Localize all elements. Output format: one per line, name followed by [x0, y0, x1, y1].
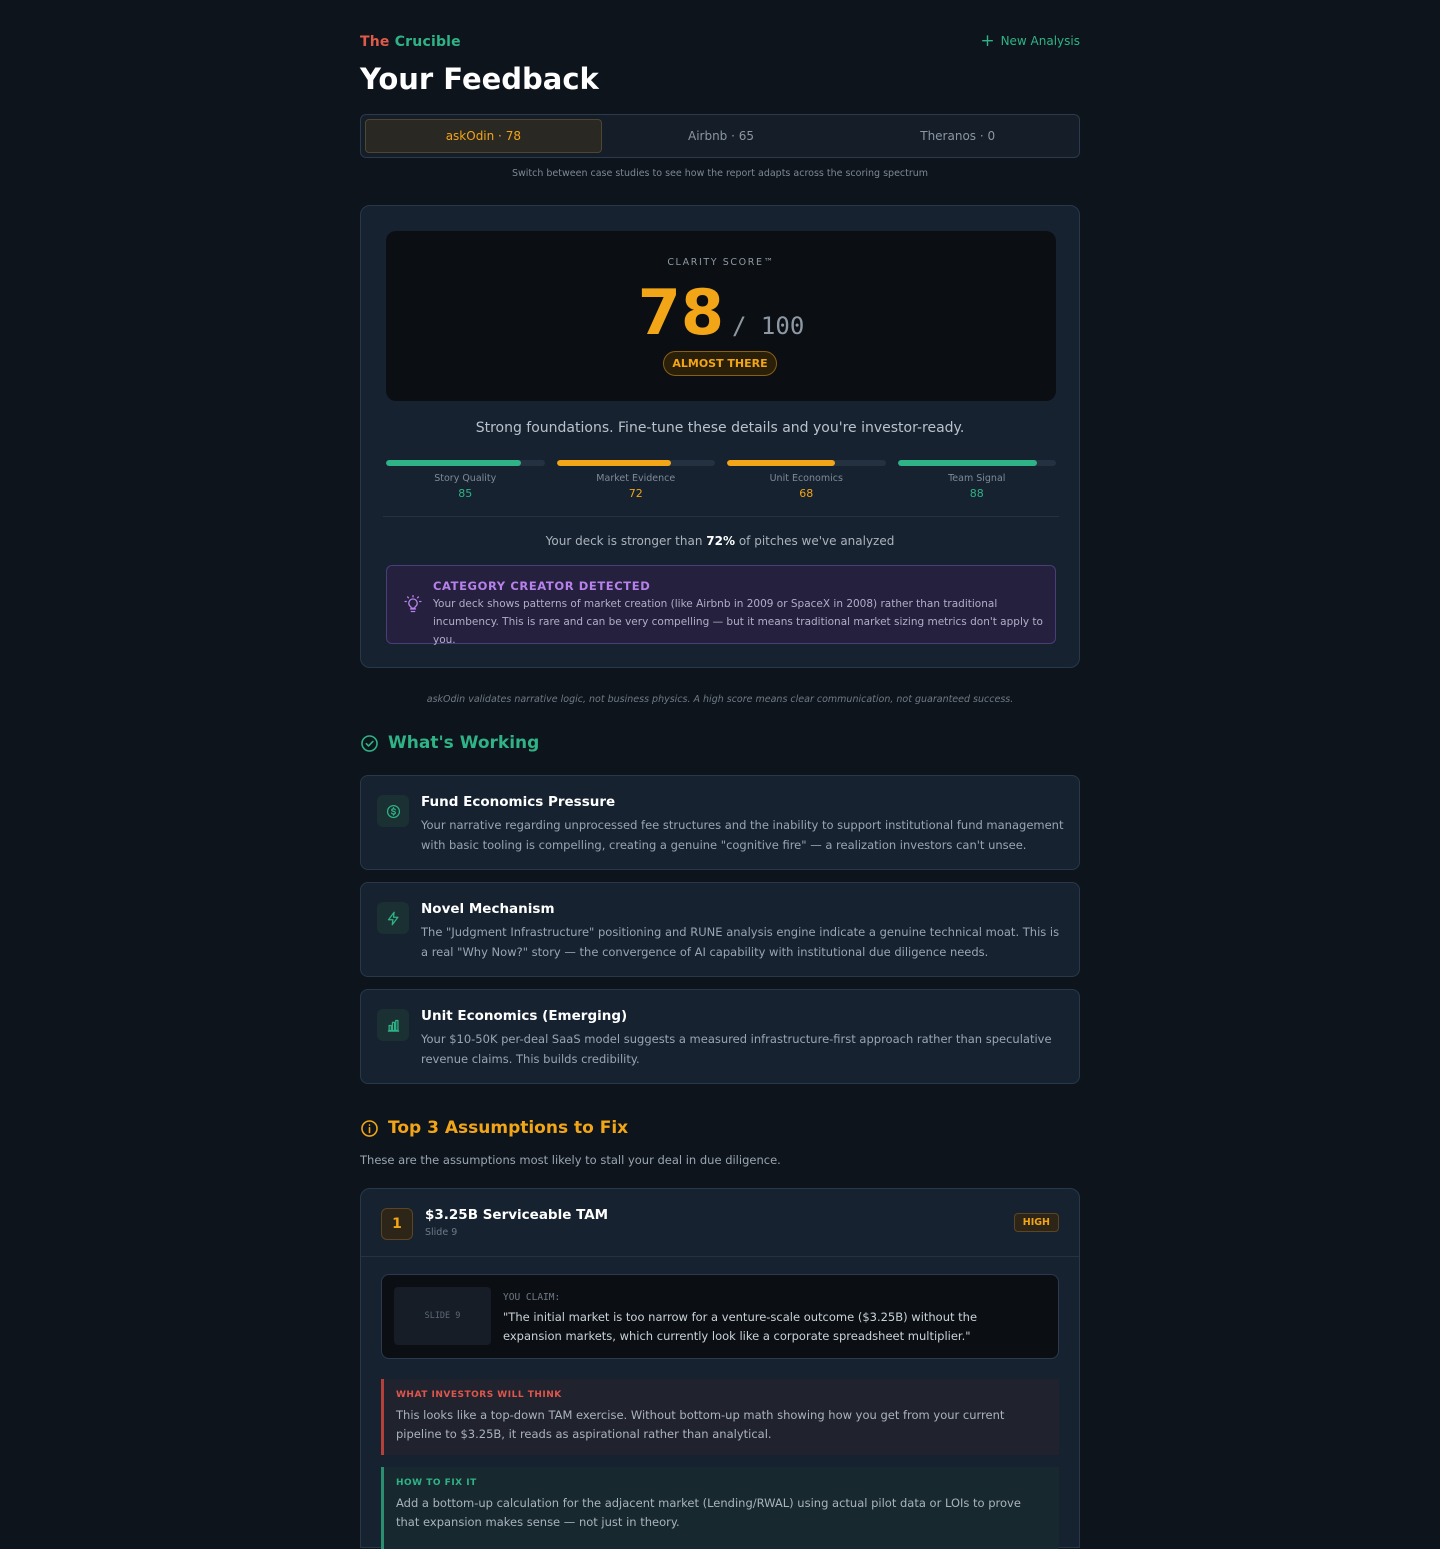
page-title: Your Feedback [360, 62, 599, 96]
metric-bar-fill [727, 460, 835, 466]
metric-story-quality: Story Quality 85 [386, 460, 545, 500]
category-creator-title: CATEGORY CREATOR DETECTED [433, 579, 651, 593]
info-circle-icon [361, 1119, 378, 1137]
dollar-icon [386, 804, 400, 818]
metric-label: Story Quality [434, 473, 497, 484]
claim-text: "The initial market is too narrow for a … [503, 1310, 978, 1343]
metric-label: Team Signal [948, 473, 1006, 484]
assumption-number: 1 [381, 1208, 413, 1240]
metric-bar-track [386, 460, 545, 466]
working-body: Your narrative regarding unprocessed fee… [421, 818, 1064, 852]
comparison-prefix: Your deck is stronger than [545, 534, 703, 548]
comparison-percent: 72% [706, 534, 735, 548]
how-to-fix-label: HOW TO FIX IT [396, 1478, 477, 1488]
tab-airbnb[interactable]: Airbnb · 65 [604, 119, 839, 153]
working-card: Fund Economics Pressure Your narrative r… [360, 775, 1080, 870]
investor-thinking-text: This looks like a top-down TAM exercise.… [396, 1408, 1005, 1441]
metric-bar-fill [897, 460, 1037, 466]
bar-chart-icon [387, 1019, 399, 1032]
score-panel: CLARITY SCORE™ 78 / 100 ALMOST THERE [386, 231, 1056, 401]
assumption-header[interactable]: 1 $3.25B Serviceable TAM Slide 9 HIGH [361, 1189, 1079, 1257]
comparison-text: Your deck is stronger than 72% of pitche… [361, 534, 1079, 548]
lightning-icon [387, 911, 398, 925]
metric-team-signal: Team Signal 88 [897, 460, 1056, 500]
working-icon-box [377, 1009, 409, 1041]
working-title: Unit Economics (Emerging) [421, 1008, 628, 1024]
brand-name: Crucible [394, 34, 461, 50]
new-analysis-label: New Analysis [1000, 34, 1080, 48]
brand-the: The [360, 34, 390, 50]
assumption-card[interactable]: 1 $3.25B Serviceable TAM Slide 9 HIGH SL… [360, 1188, 1080, 1549]
disclaimer: askOdin validates narrative logic, not b… [426, 694, 1014, 705]
assumptions-heading: Top 3 Assumptions to Fix [360, 1118, 628, 1138]
case-study-tabs: askOdin · 78 Airbnb · 65 Theranos · 0 [360, 114, 1080, 158]
score-tagline: Strong foundations. Fine-tune these deta… [475, 420, 965, 436]
score-row: 78 / 100 [386, 275, 1056, 351]
whats-working-title: What's Working [388, 733, 540, 753]
plus-icon: + [980, 31, 995, 51]
metric-bar-track [897, 460, 1056, 466]
status-badge: ALMOST THERE [663, 351, 777, 376]
metric-bar-fill [386, 460, 521, 466]
metric-label: Unit Economics [769, 473, 843, 484]
working-card: Novel Mechanism The "Judgment Infrastruc… [360, 882, 1080, 977]
score-card: CLARITY SCORE™ 78 / 100 ALMOST THERE Str… [360, 205, 1080, 668]
category-creator-callout: CATEGORY CREATOR DETECTED Your deck show… [386, 565, 1056, 646]
divider [383, 516, 1059, 517]
claim-label: YOU CLAIM: [503, 1292, 561, 1303]
metric-value: 68 [799, 487, 814, 500]
metric-bar-track [556, 460, 715, 466]
claim-box: SLIDE 9 YOU CLAIM: "The initial market i… [381, 1274, 1059, 1359]
working-body: Your $10-50K per-deal SaaS model suggest… [421, 1032, 1052, 1066]
metric-value: 85 [458, 487, 473, 500]
metric-unit-economics: Unit Economics 68 [727, 460, 886, 500]
whats-working-heading: What's Working [360, 733, 539, 753]
metric-label: Market Evidence [596, 473, 676, 484]
how-to-fix-text: Add a bottom-up calculation for the adja… [396, 1496, 1021, 1529]
score-label: CLARITY SCORE™ [667, 257, 775, 268]
working-title: Fund Economics Pressure [421, 794, 616, 810]
how-to-fix-block: HOW TO FIX IT Add a bottom-up calculatio… [381, 1467, 1059, 1549]
assumption-slide: Slide 9 [425, 1227, 458, 1238]
metric-value: 72 [628, 487, 643, 500]
working-card: Unit Economics (Emerging) Your $10-50K p… [360, 989, 1080, 1084]
score-value: 78 [637, 276, 725, 349]
metric-bars: Story Quality 85 Market Evidence 72 Unit… [386, 460, 1056, 500]
metric-market-evidence: Market Evidence 72 [556, 460, 715, 500]
working-title: Novel Mechanism [421, 901, 555, 917]
slide-thumbnail[interactable]: SLIDE 9 [394, 1287, 491, 1345]
lightbulb-icon [404, 595, 422, 613]
tab-theranos[interactable]: Theranos · 0 [840, 119, 1075, 153]
metric-bar-fill [556, 460, 671, 466]
severity-badge: HIGH [1013, 1213, 1059, 1232]
working-icon-box [377, 795, 409, 827]
investor-thinking-label: WHAT INVESTORS WILL THINK [396, 1390, 562, 1400]
working-icon-box [377, 902, 409, 934]
working-body: The "Judgment Infrastructure" positionin… [421, 925, 1060, 959]
tabs-hint: Switch between case studies to see how t… [511, 168, 929, 179]
comparison-suffix: of pitches we've analyzed [738, 534, 895, 548]
metric-bar-track [727, 460, 886, 466]
new-analysis-button[interactable]: + New Analysis [980, 31, 1080, 51]
check-circle-icon [361, 734, 378, 752]
assumptions-subtitle: These are the assumptions most likely to… [360, 1153, 781, 1167]
score-out-of: / 100 [732, 312, 805, 340]
assumption-title: $3.25B Serviceable TAM [425, 1207, 609, 1223]
brand-logo[interactable]: The Crucible [360, 34, 461, 50]
category-creator-body: Your deck shows patterns of market creat… [433, 598, 1043, 646]
assumptions-title: Top 3 Assumptions to Fix [388, 1118, 629, 1138]
tab-askodin[interactable]: askOdin · 78 [365, 119, 602, 153]
metric-value: 88 [969, 487, 984, 500]
investor-thinking-block: WHAT INVESTORS WILL THINK This looks lik… [381, 1379, 1059, 1455]
